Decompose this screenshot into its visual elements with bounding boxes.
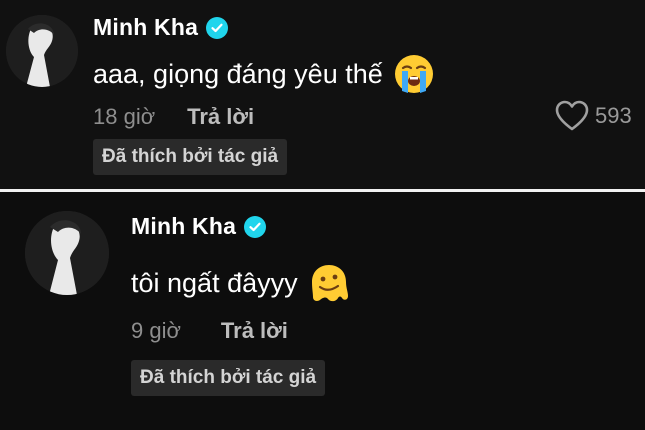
avatar[interactable]	[6, 15, 78, 87]
comment-author[interactable]: Minh Kha	[93, 14, 229, 41]
like-count: 593	[595, 103, 632, 128]
liked-by-author-badge: Đã thích bởi tác giả	[93, 139, 288, 175]
reply-button[interactable]: Trả lời	[221, 318, 288, 344]
like-button[interactable]: 593	[555, 100, 632, 132]
verified-badge-icon	[244, 215, 267, 238]
comment-body: tôi ngất đâyyy	[131, 267, 298, 298]
comment-time: 9 giờ	[131, 318, 181, 343]
liked-by-author-badge: Đã thích bởi tác giả	[131, 360, 326, 396]
avatar-image	[6, 15, 78, 87]
verified-badge-icon	[206, 16, 229, 39]
author-name[interactable]: Minh Kha	[131, 213, 236, 240]
avatar[interactable]	[25, 211, 109, 295]
reply-button[interactable]: Trả lời	[187, 104, 254, 130]
crying-face-icon	[394, 55, 433, 93]
author-name[interactable]: Minh Kha	[93, 14, 198, 41]
comment-author[interactable]: Minh Kha	[131, 213, 267, 240]
comment-text: aaa, giọng đáng yêu thế	[93, 53, 435, 95]
avatar-image	[25, 211, 109, 295]
comment-meta: 9 giờ Trả lời	[131, 318, 288, 344]
heart-outline-icon	[555, 100, 589, 131]
melting-face-icon	[311, 265, 348, 302]
comment-text: tôi ngất đâyyy	[131, 262, 350, 304]
comment-meta: 18 giờ Trả lời	[93, 104, 254, 130]
comment-body: aaa, giọng đáng yêu thế	[93, 58, 383, 89]
comment-time: 18 giờ	[93, 104, 156, 129]
